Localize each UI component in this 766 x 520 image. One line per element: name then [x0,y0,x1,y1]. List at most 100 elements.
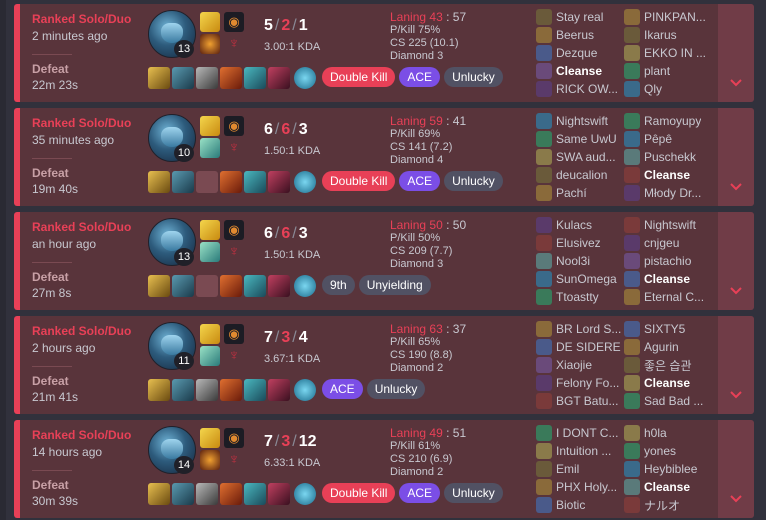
keystone-rune-icon[interactable]: ◉ [224,324,244,344]
participant-row[interactable]: plant [624,62,716,80]
summoner-name[interactable]: Dezque [556,46,597,60]
secondary-rune-icon[interactable]: ♆ [224,346,244,366]
keystone-rune-icon[interactable]: ◉ [224,12,244,32]
item-icon[interactable] [172,171,194,193]
keystone-rune-icon[interactable]: ◉ [224,116,244,136]
participant-row[interactable]: DE SIDERE [536,338,628,356]
summoner-name[interactable]: RICK OW... [556,82,618,96]
summoner-name[interactable]: 좋은 습관 [644,357,692,374]
item-icon[interactable] [244,171,266,193]
item-icon[interactable] [220,379,242,401]
item-icon[interactable] [220,483,242,505]
participant-row[interactable]: Stay real [536,8,628,26]
ward-trinket-icon[interactable] [294,379,316,401]
participant-row[interactable]: Nightswift [624,216,716,234]
item-icon[interactable] [196,67,218,89]
participant-row[interactable]: SWA aud... [536,148,628,166]
participant-row[interactable]: Cleanse [624,478,716,496]
match-card[interactable]: Ranked Solo/Duo 2 minutes ago Defeat 22m… [14,4,754,102]
summoner-name[interactable]: Nightswift [556,114,608,128]
participant-row[interactable]: 좋은 습관 [624,356,716,374]
participant-row[interactable]: I DONT C... [536,424,628,442]
participant-row[interactable]: Biotic [536,496,628,514]
ignite-spell-icon[interactable] [200,450,220,470]
item-icon[interactable] [244,67,266,89]
participant-row[interactable]: Ramoyupy [624,112,716,130]
participant-row[interactable]: deucalion [536,166,628,184]
item-icon[interactable] [172,483,194,505]
item-icon[interactable] [220,171,242,193]
participant-row[interactable]: Sad Bad ... [624,392,716,410]
participant-row[interactable]: Beerus [536,26,628,44]
summoner-name[interactable]: DE SIDERE [556,340,621,354]
secondary-rune-icon[interactable]: ♆ [224,450,244,470]
summoner-name[interactable]: PHX Holy... [556,480,617,494]
heal-spell-icon[interactable] [200,242,220,262]
keystone-rune-icon[interactable]: ◉ [224,428,244,448]
item-icon[interactable] [196,483,218,505]
participant-row[interactable]: Kulacs [536,216,628,234]
participant-row[interactable]: Felony Fo... [536,374,628,392]
participant-row[interactable]: Cleanse [624,166,716,184]
summoner-name[interactable]: Intuition ... [556,444,611,458]
summoner-name[interactable]: Cleanse [644,168,690,182]
participant-row[interactable]: Młody Dr... [624,184,716,202]
participant-row[interactable]: SunOmega [536,270,628,288]
summoner-name[interactable]: SWA aud... [556,150,616,164]
secondary-rune-icon[interactable]: ♆ [224,138,244,158]
participant-row[interactable]: PINKPAN... [624,8,716,26]
match-card[interactable]: Ranked Solo/Duo 35 minutes ago Defeat 19… [14,108,754,206]
participant-row[interactable]: Cleanse [624,374,716,392]
item-icon[interactable] [172,275,194,297]
summoner-name[interactable]: cnjgeu [644,236,679,250]
participant-row[interactable]: Qly [624,80,716,98]
summoner-name[interactable]: Cleanse [644,480,690,494]
expand-button[interactable] [718,4,754,102]
summoner-name[interactable]: PINKPAN... [644,10,706,24]
item-icon[interactable] [268,275,290,297]
item-icon[interactable] [148,483,170,505]
item-icon[interactable] [172,67,194,89]
item-icon[interactable] [148,275,170,297]
empty-item-slot[interactable] [196,171,218,193]
summoner-name[interactable]: I DONT C... [556,426,618,440]
flash-spell-icon[interactable] [200,428,220,448]
summoner-name[interactable]: yones [644,444,676,458]
expand-button[interactable] [718,108,754,206]
summoner-name[interactable]: Nightswift [644,218,696,232]
summoner-name[interactable]: Xiaojie [556,358,592,372]
summoner-name[interactable]: Beerus [556,28,594,42]
summoner-name[interactable]: Ikarus [644,28,677,42]
expand-button[interactable] [718,212,754,310]
participant-row[interactable]: Pêpê [624,130,716,148]
participant-row[interactable]: SIXTY5 [624,320,716,338]
item-icon[interactable] [244,275,266,297]
summoner-name[interactable]: Same UwU [556,132,617,146]
item-icon[interactable] [244,483,266,505]
summoner-name[interactable]: ナルオ [644,497,680,514]
summoner-name[interactable]: Nool3i [556,254,590,268]
summoner-name[interactable]: Emil [556,462,579,476]
item-icon[interactable] [268,171,290,193]
participant-row[interactable]: RICK OW... [536,80,628,98]
participant-row[interactable]: Puschekk [624,148,716,166]
participant-row[interactable]: EKKO IN ... [624,44,716,62]
item-icon[interactable] [220,67,242,89]
participant-row[interactable]: Cleanse [536,62,628,80]
item-icon[interactable] [196,379,218,401]
participant-row[interactable]: Ikarus [624,26,716,44]
item-icon[interactable] [148,379,170,401]
participant-row[interactable]: Intuition ... [536,442,628,460]
ward-trinket-icon[interactable] [294,171,316,193]
participant-row[interactable]: Xiaojie [536,356,628,374]
participant-row[interactable]: Elusivez [536,234,628,252]
flash-spell-icon[interactable] [200,12,220,32]
participant-row[interactable]: Heybiblee [624,460,716,478]
flash-spell-icon[interactable] [200,220,220,240]
participant-row[interactable]: cnjgeu [624,234,716,252]
summoner-name[interactable]: Elusivez [556,236,601,250]
summoner-name[interactable]: BGT Batu... [556,394,618,408]
participant-row[interactable]: h0la [624,424,716,442]
participant-row[interactable]: Nightswift [536,112,628,130]
empty-item-slot[interactable] [196,275,218,297]
